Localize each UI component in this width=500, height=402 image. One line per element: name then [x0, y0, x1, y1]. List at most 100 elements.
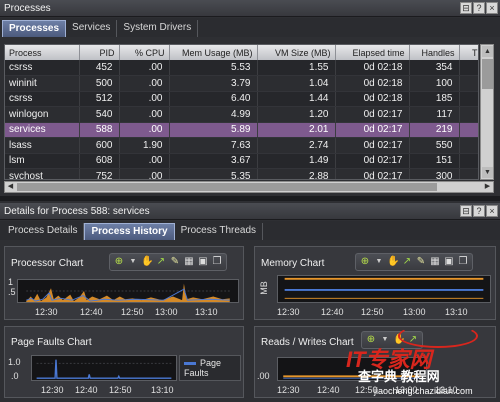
scroll-thumb-horizontal[interactable]	[17, 183, 437, 191]
table-header: Process PID % CPU Mem Usage (MB) VM Size…	[5, 45, 478, 60]
zoom-icon[interactable]: ⊕	[113, 256, 125, 268]
scroll-right-icon[interactable]: ▶	[482, 182, 493, 192]
scroll-left-icon[interactable]: ◀	[5, 182, 16, 192]
cell-elapsed-time: 0d 02:17	[335, 168, 410, 179]
reads-writes-x-tick: 13:10	[435, 385, 458, 395]
chevron-down-icon[interactable]: ▼	[373, 256, 385, 268]
pan-hand-icon[interactable]: ✋	[141, 256, 153, 268]
processes-tab-bar: Processes Services System Drivers	[0, 18, 500, 37]
save-icon[interactable]: ▣	[197, 256, 209, 268]
trend-icon[interactable]: ↗	[401, 256, 413, 268]
processor-chart-title: Processor Chart	[11, 258, 84, 269]
page-faults-chart-card: Page Faults Chart 1.0 .0 Page Faults 12:…	[4, 326, 244, 398]
cell-process-name: svchost	[5, 168, 80, 179]
column-header-threads[interactable]: Thre	[459, 45, 478, 60]
legend-label: Page Faults	[184, 358, 222, 378]
reads-writes-x-tick: 12:40	[317, 385, 340, 395]
chevron-down-icon[interactable]: ▼	[379, 334, 391, 346]
copy-icon[interactable]: ❐	[211, 256, 223, 268]
pin-icon[interactable]: ✎	[415, 256, 427, 268]
tab-process-threads[interactable]: Process Threads	[175, 223, 264, 240]
restore-icon[interactable]: ⊟	[460, 2, 472, 14]
cell-threads	[459, 60, 478, 76]
cell-process-name: csrss	[5, 60, 80, 76]
table-row[interactable]: lsass 600 1.90 7.63 2.74 0d 02:17 550	[5, 137, 478, 154]
cell-threads	[459, 106, 478, 123]
cell-process-name: lsass	[5, 137, 80, 154]
scroll-down-icon[interactable]: ▼	[482, 167, 493, 178]
cell-elapsed-time: 0d 02:18	[335, 91, 410, 107]
page-faults-x-tick: 12:30	[41, 385, 64, 395]
zoom-icon[interactable]: ⊕	[365, 334, 377, 346]
pan-hand-icon[interactable]: ✋	[393, 334, 405, 346]
process-table: Process PID % CPU Mem Usage (MB) VM Size…	[4, 44, 479, 180]
processes-panel-title-text: Processes	[4, 3, 51, 14]
memory-x-tick: 13:10	[445, 307, 468, 317]
scroll-thumb[interactable]	[482, 59, 493, 89]
cell-vm-size: 1.20	[257, 106, 336, 123]
column-header-mem-usage[interactable]: Mem Usage (MB)	[169, 45, 258, 60]
column-header-handles[interactable]: Handles	[409, 45, 460, 60]
process-table-horizontal-scrollbar[interactable]: ◀ ▶	[4, 181, 494, 193]
column-header-elapsed-time[interactable]: Elapsed time	[335, 45, 410, 60]
grid-icon[interactable]: ▦	[183, 256, 195, 268]
scroll-up-icon[interactable]: ▲	[482, 46, 493, 57]
cell-process-name: wininit	[5, 75, 80, 92]
processor-chart-card: Processor Chart ⊕ ▼ ✋ ↗ ✎ ▦ ▣ ❐ 1 .5 12:…	[4, 246, 244, 320]
table-row[interactable]: lsm 608.00 3.67 1.49 0d 02:17 151	[5, 153, 478, 169]
grid-icon[interactable]: ▦	[429, 256, 441, 268]
reads-writes-plot	[277, 357, 427, 381]
cell-vm-size: 1.44	[257, 91, 336, 107]
memory-x-tick: 12:40	[321, 307, 344, 317]
tab-processes[interactable]: Processes	[2, 20, 67, 37]
restore-icon[interactable]: ⊟	[460, 205, 472, 217]
cell-threads	[459, 75, 478, 92]
cell-vm-size: 1.49	[257, 153, 336, 169]
column-header-cpu[interactable]: % CPU	[119, 45, 170, 60]
panel-splitter[interactable]	[0, 196, 500, 201]
table-row[interactable]: csrss 452.00 5.53 1.55 0d 02:18 354	[5, 60, 478, 76]
close-icon[interactable]: ×	[486, 2, 498, 14]
cell-cpu: .00	[119, 122, 170, 138]
tab-process-details[interactable]: Process Details	[2, 223, 85, 240]
pan-hand-icon[interactable]: ✋	[387, 256, 399, 268]
reads-writes-y-tick: .00	[257, 371, 270, 381]
save-icon[interactable]: ▣	[443, 256, 455, 268]
details-title-buttons: ⊟ ? ×	[460, 205, 498, 217]
cell-cpu: .00	[119, 75, 170, 92]
tab-services[interactable]: Services	[66, 20, 118, 37]
help-icon[interactable]: ?	[473, 2, 485, 14]
trend-icon[interactable]: ↗	[155, 256, 167, 268]
help-icon[interactable]: ?	[473, 205, 485, 217]
tab-system-drivers[interactable]: System Drivers	[117, 20, 199, 37]
column-header-process[interactable]: Process	[5, 45, 80, 60]
cell-mem-usage: 6.40	[169, 91, 258, 107]
cell-pid: 752	[79, 168, 120, 179]
cell-mem-usage: 3.79	[169, 75, 258, 92]
zoom-icon[interactable]: ⊕	[359, 256, 371, 268]
table-row[interactable]: services 588.00 5.89 2.01 0d 02:17 219	[5, 122, 478, 138]
reads-writes-chart-toolbar: ⊕ ▼ ✋ ↗	[361, 331, 423, 349]
memory-plot	[277, 275, 491, 303]
tab-process-history[interactable]: Process History	[84, 223, 175, 240]
trend-icon[interactable]: ↗	[407, 334, 419, 346]
table-row[interactable]: winlogon 540.00 4.99 1.20 0d 02:17 117	[5, 106, 478, 123]
chevron-down-icon[interactable]: ▼	[127, 256, 139, 268]
table-row[interactable]: svchost 752.00 5.35 2.88 0d 02:17 300	[5, 168, 478, 179]
copy-icon[interactable]: ❐	[457, 256, 469, 268]
cell-threads	[459, 153, 478, 169]
processor-plot	[17, 279, 239, 303]
column-header-pid[interactable]: PID	[79, 45, 120, 60]
cell-threads	[459, 168, 478, 179]
cell-elapsed-time: 0d 02:18	[335, 60, 410, 76]
process-table-vertical-scrollbar[interactable]: ▲ ▼	[480, 44, 494, 180]
table-row[interactable]: wininit 500.00 3.79 1.04 0d 02:18 100	[5, 75, 478, 92]
column-header-vm-size[interactable]: VM Size (MB)	[257, 45, 336, 60]
cell-handles: 550	[409, 137, 460, 154]
table-row[interactable]: csrss 512.00 6.40 1.44 0d 02:18 185	[5, 91, 478, 107]
pin-icon[interactable]: ✎	[169, 256, 181, 268]
cell-vm-size: 2.88	[257, 168, 336, 179]
close-icon[interactable]: ×	[486, 205, 498, 217]
reads-writes-x-tick: 12:30	[277, 385, 300, 395]
cell-pid: 512	[79, 91, 120, 107]
